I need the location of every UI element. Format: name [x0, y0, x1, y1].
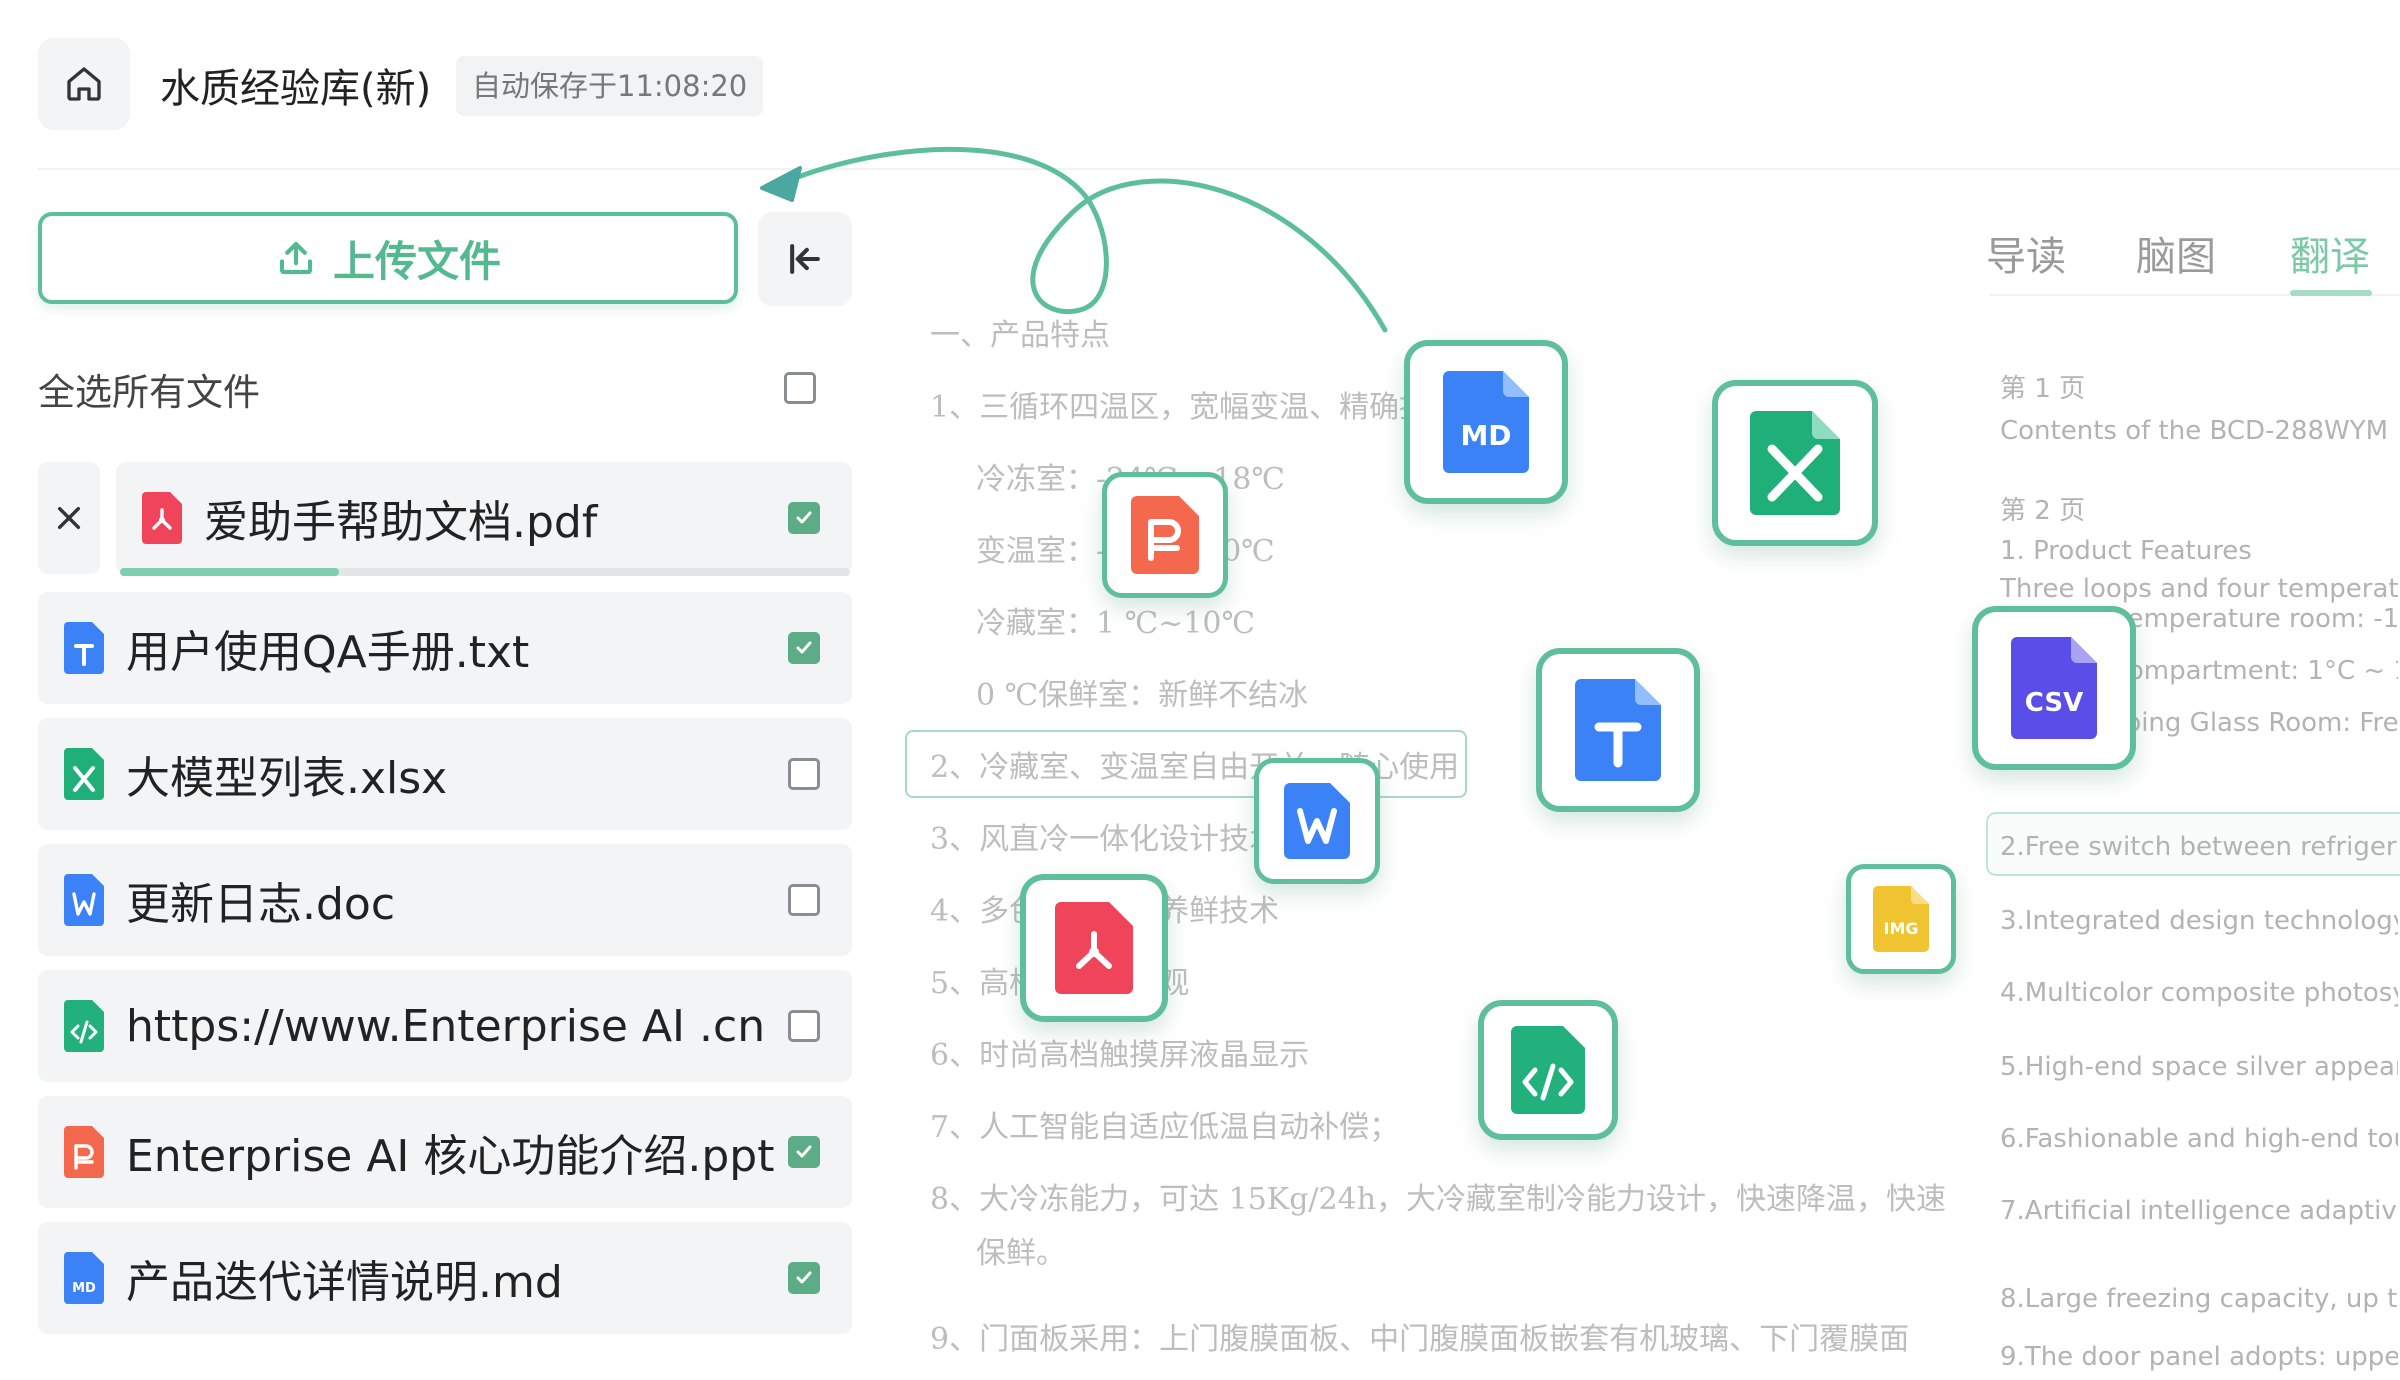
md-file-icon: MD	[1443, 371, 1529, 473]
html-file-tile	[1478, 1000, 1618, 1140]
word-file-icon	[1284, 783, 1350, 859]
md-file-tile: MD	[1404, 340, 1568, 504]
img-file-tile: IMG	[1846, 864, 1956, 974]
excel-file-icon	[1750, 411, 1840, 515]
md-tile-label: MD	[1460, 419, 1511, 452]
ppt-file-tile	[1102, 472, 1228, 598]
txt-file-icon	[1575, 679, 1661, 781]
ppt-file-icon	[1131, 496, 1199, 574]
txt-file-tile	[1536, 648, 1700, 812]
xlsx-file-tile	[1712, 380, 1878, 546]
pdf-file-icon	[1055, 902, 1133, 994]
image-file-icon: IMG	[1873, 886, 1929, 952]
pdf-file-tile	[1020, 874, 1168, 1022]
code-file-icon	[1511, 1026, 1585, 1114]
csv-file-icon: CSV	[2011, 637, 2097, 739]
img-tile-label: IMG	[1883, 919, 1918, 938]
csv-tile-label: CSV	[2025, 688, 2083, 718]
doc-file-tile	[1254, 758, 1380, 884]
csv-file-tile: CSV	[1972, 606, 2136, 770]
